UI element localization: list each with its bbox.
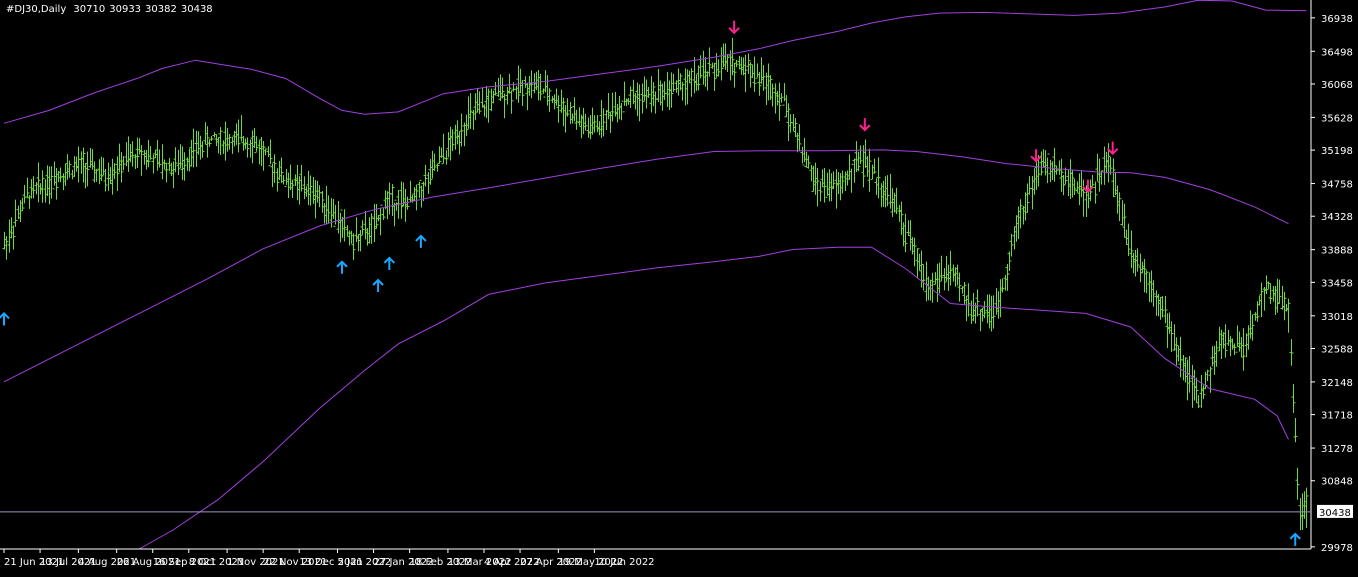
y-tick-label: 36938 bbox=[1321, 14, 1353, 25]
signal-up-arrow bbox=[415, 234, 427, 248]
low-value: 30382 bbox=[145, 4, 177, 15]
high-value: 30933 bbox=[109, 4, 142, 15]
y-tick-label: 35198 bbox=[1321, 146, 1353, 157]
y-tick-label: 29978 bbox=[1321, 543, 1353, 554]
chart-header: #DJ30,Daily 30710 30933 30382 30438 bbox=[6, 4, 217, 15]
envelope-bands bbox=[3, 0, 1307, 550]
close-value: 30438 bbox=[180, 4, 213, 15]
ohlc-bars bbox=[2, 37, 1309, 531]
signal-up-arrow bbox=[372, 278, 384, 293]
y-tick-label: 33458 bbox=[1321, 278, 1353, 289]
signal-down-arrow bbox=[859, 118, 871, 132]
y-tick-label: 32148 bbox=[1321, 378, 1353, 389]
symbol-label: #DJ30,Daily bbox=[6, 4, 67, 15]
signal-up-arrow bbox=[336, 260, 348, 274]
y-tick-label: 30848 bbox=[1321, 477, 1353, 488]
signal-down-arrow bbox=[1082, 179, 1094, 194]
signal-up-arrow bbox=[1289, 532, 1301, 546]
signal-down-arrow bbox=[1030, 149, 1042, 163]
y-tick-label: 31278 bbox=[1321, 444, 1353, 455]
y-tick-label: 35628 bbox=[1321, 113, 1353, 124]
y-tick-label: 33888 bbox=[1321, 246, 1353, 257]
y-tick-label: 31718 bbox=[1321, 411, 1353, 422]
y-tick-label: 34758 bbox=[1321, 180, 1353, 191]
current-price-label: 30438 bbox=[1319, 508, 1351, 519]
y-tick-label: 36498 bbox=[1321, 47, 1353, 58]
signal-down-arrow bbox=[728, 20, 740, 35]
signal-up-arrow bbox=[0, 312, 10, 326]
y-tick-label: 32588 bbox=[1321, 344, 1353, 355]
x-tick-label: 10 Jun 2022 bbox=[594, 557, 654, 568]
y-tick-label: 33018 bbox=[1321, 312, 1353, 323]
signal-up-arrow bbox=[383, 256, 396, 270]
price-chart[interactable]: 36938 36498 36068 35628 35198 34758 34328 33888… bbox=[0, 0, 1358, 573]
chart-canvas[interactable]: 36938 36498 36068 35628 35198 34758 34328 33888… bbox=[0, 0, 1358, 573]
y-tick-label: 34328 bbox=[1321, 212, 1353, 223]
y-tick-label: 36068 bbox=[1321, 80, 1353, 91]
band-lower bbox=[138, 246, 1289, 550]
signal-down-arrow bbox=[1106, 141, 1119, 156]
open-value: 30710 bbox=[73, 4, 106, 15]
signal-arrows bbox=[0, 20, 1301, 546]
